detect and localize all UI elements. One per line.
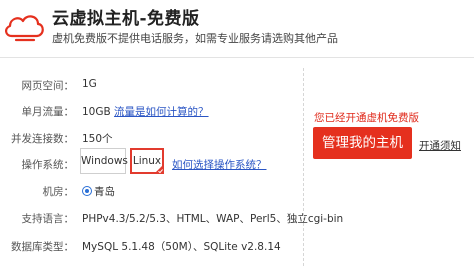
datacenter-label: 机房：: [42, 186, 75, 198]
os-option-linux[interactable]: Linux: [130, 148, 164, 174]
languages-label: 支持语言：: [21, 213, 75, 225]
datacenter-value: 青岛: [94, 186, 115, 198]
page-title: 云虚拟主机-免费版: [52, 9, 200, 29]
header-divider: [0, 57, 474, 58]
selected-check-icon: [154, 164, 164, 174]
datacenter-radio[interactable]: 青岛: [82, 184, 115, 199]
languages-value: PHPv4.3/5.2/5.3、HTML、WAP、Perl5、独立cgi-bin: [82, 213, 344, 225]
database-label: 数据库类型：: [11, 241, 74, 253]
os-help-link[interactable]: 如何选择操作系统？: [172, 157, 267, 172]
radio-selected-icon[interactable]: [82, 186, 92, 196]
concurrency-value: 150个: [82, 133, 113, 145]
activation-terms-link[interactable]: 开通须知: [419, 138, 461, 153]
traffic-value: 10GB: [82, 106, 111, 118]
vertical-divider: [303, 68, 304, 266]
database-value: MySQL 5.1.48（50M）、SQLite v2.8.14: [82, 241, 281, 253]
concurrency-label: 并发连接数：: [11, 133, 74, 145]
page-subtitle: 虚机免费版不提供电话服务，如需专业服务请选购其他产品: [52, 32, 338, 45]
webspace-value: 1G: [82, 78, 97, 90]
traffic-label: 单月流量：: [21, 106, 75, 118]
activation-notice: 您已经开通虚机免费版: [314, 112, 419, 124]
os-label: 操作系统：: [21, 159, 75, 171]
traffic-help-link[interactable]: 流量是如何计算的？: [114, 106, 209, 118]
manage-host-button[interactable]: 管理我的主机: [313, 127, 412, 159]
webspace-label: 网页空间：: [21, 80, 75, 92]
os-option-windows[interactable]: Windows: [80, 148, 128, 174]
page: 云虚拟主机-免费版 虚机免费版不提供电话服务，如需专业服务请选购其他产品 网页空…: [0, 0, 474, 266]
header: 云虚拟主机-免费版 虚机免费版不提供电话服务，如需专业服务请选购其他产品: [0, 0, 474, 58]
traffic-row: 10GB 流量是如何计算的？: [82, 104, 209, 119]
cloud-icon: [5, 15, 44, 42]
